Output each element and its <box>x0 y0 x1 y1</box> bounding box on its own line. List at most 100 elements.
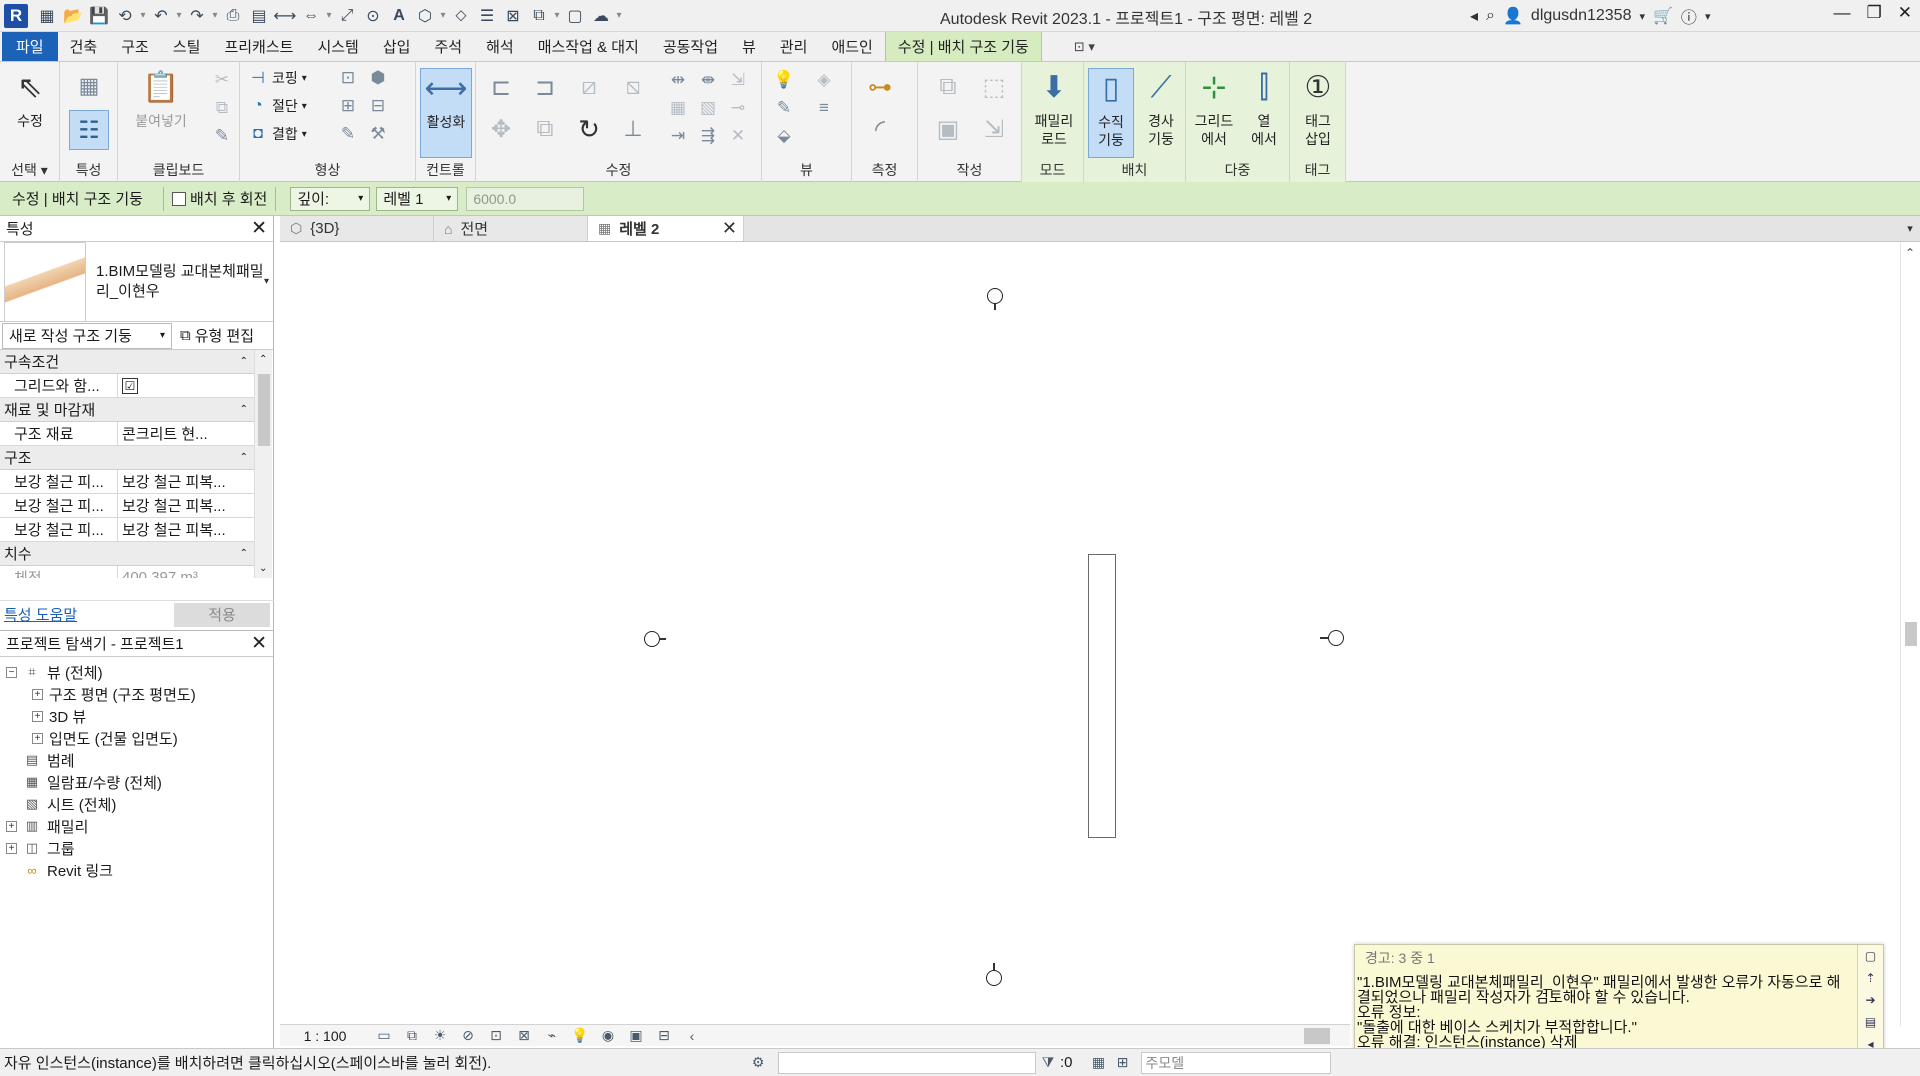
home-icon[interactable]: ▦ <box>34 4 60 28</box>
reveal-hidden-icon[interactable]: ◉ <box>594 1027 622 1044</box>
mirror-axis-icon[interactable]: ⧄ <box>572 70 606 104</box>
array-icon[interactable]: ▦ <box>666 96 690 120</box>
join-button[interactable]: ◘ 결합 ▾ <box>248 122 307 146</box>
user-icon[interactable]: 👤 <box>1503 6 1523 26</box>
property-row[interactable]: 보강 철근 피... 보강 철근 피복... <box>0 518 254 542</box>
undo-icon[interactable]: ↶ <box>148 4 174 28</box>
instance-filter-select[interactable]: 새로 작성 구조 기둥 ▾ <box>2 322 172 349</box>
tree-item-structural-plans[interactable]: + 구조 평면 (구조 평면도) <box>0 683 273 705</box>
category-constraints[interactable]: 구속조건 ⌃ <box>0 350 254 374</box>
shadows-icon[interactable]: ⊘ <box>454 1027 482 1044</box>
property-row[interactable]: 그리드와 함... ☑ <box>0 374 254 398</box>
category-dimensions[interactable]: 치수 ⌃ <box>0 542 254 566</box>
tab-analyze[interactable]: 해석 <box>474 32 526 61</box>
paint-brush-icon[interactable]: ✎ <box>336 122 360 146</box>
save-icon[interactable]: 💾 <box>86 4 112 28</box>
spot-elevation-icon[interactable]: ⤢ <box>334 4 360 28</box>
lightbulb-icon[interactable]: 💡 <box>772 68 796 92</box>
dropdown-icon[interactable]: ▾ <box>324 10 334 21</box>
drawing-canvas[interactable] <box>280 242 1900 1026</box>
category-structure[interactable]: 구조 ⌃ <box>0 446 254 470</box>
paste-button[interactable]: 📋 붙여넣기 <box>130 68 192 158</box>
chevron-down-icon[interactable]: ▾ <box>1639 10 1645 23</box>
pin-icon[interactable]: ⊸ <box>726 96 750 120</box>
grid-bubble-bottom[interactable] <box>986 970 1002 986</box>
section-icon[interactable]: ⬦ <box>448 4 474 28</box>
filter-icon[interactable]: ⧩ <box>1036 1054 1060 1071</box>
load-family-button[interactable]: ⬇ 패밀리 로드 <box>1028 68 1080 158</box>
cut-profile-icon[interactable]: ⬙ <box>772 124 796 148</box>
property-row[interactable]: 구조 재료 콘크리트 현... <box>0 422 254 446</box>
visual-style-icon[interactable]: ⧉ <box>398 1027 426 1044</box>
temp-hide-icon[interactable]: 💡 <box>566 1027 594 1044</box>
offset-icon[interactable]: ⊐ <box>528 70 562 104</box>
edit-type-button[interactable]: ⧉ 유형 편집 <box>172 325 254 346</box>
ribbon-options-icon[interactable]: ⊡ ▾ <box>1062 32 1107 61</box>
modify-button[interactable]: ⇖ 수정 <box>4 68 56 158</box>
trim-extend-icon[interactable]: ⇥ <box>666 124 690 148</box>
workset-select[interactable] <box>778 1051 1036 1074</box>
print-icon[interactable]: ⎙ <box>220 4 246 28</box>
redo-icon[interactable]: ↷ <box>184 4 210 28</box>
cut-icon[interactable]: ✂ <box>210 68 234 92</box>
dropdown-icon[interactable]: ▾ <box>552 10 562 21</box>
slanted-column-button[interactable]: ⟋ 경사 기둥 <box>1138 68 1184 158</box>
activate-button[interactable]: ⟷ 활성화 <box>420 68 472 158</box>
group-label-select[interactable]: 선택 ▾ <box>0 160 59 180</box>
canvas-vertical-scrollbar[interactable]: ⌃ <box>1900 242 1920 1026</box>
structural-column[interactable] <box>1088 554 1116 838</box>
split-icon[interactable]: ⇹ <box>666 68 690 92</box>
split-gap-icon[interactable]: ⇼ <box>696 68 720 92</box>
close-icon[interactable]: ✕ <box>251 217 267 240</box>
grid-bubble-left[interactable] <box>644 631 660 647</box>
tree-item-groups[interactable]: + ◫ 그룹 <box>0 837 273 859</box>
3d-view-icon[interactable]: ⬡ <box>412 4 438 28</box>
tree-item-legends[interactable]: ▤ 범례 <box>0 749 273 771</box>
split-face-icon[interactable]: ⊡ <box>336 66 360 90</box>
thin-lines-icon[interactable]: ☰ <box>474 4 500 28</box>
tab-architecture[interactable]: 건축 <box>58 32 110 61</box>
hammer-icon[interactable]: ⚒ <box>366 122 390 146</box>
checkbox-checked[interactable]: ☑ <box>122 377 138 394</box>
dropdown-icon[interactable]: ▾ <box>438 10 448 21</box>
scroll-up-icon[interactable]: ⌃ <box>1905 246 1915 260</box>
editable-only-icon[interactable]: ⊞ <box>1111 1054 1135 1071</box>
tree-item-sheets[interactable]: ▧ 시트 (전체) <box>0 793 273 815</box>
scroll-thumb[interactable] <box>258 374 270 446</box>
vertical-column-button[interactable]: ▯ 수직 기둥 <box>1088 68 1134 158</box>
aligned-dimension-icon[interactable]: ◜ <box>860 112 900 146</box>
copy-icon[interactable]: ⧉ <box>210 96 234 120</box>
main-model-select[interactable]: 주모델 <box>1140 1051 1331 1074</box>
tab-addins[interactable]: 애드인 <box>819 32 884 61</box>
override-graphics-icon[interactable]: ✎ <box>772 96 796 120</box>
properties-icon[interactable]: ☷ <box>69 110 109 150</box>
chevron-down-icon[interactable]: ▾ <box>264 276 269 287</box>
close-icon[interactable]: ✕ <box>1898 3 1912 23</box>
crop-view-icon[interactable]: ⊡ <box>482 1027 510 1044</box>
trim-multiple-icon[interactable]: ⇶ <box>696 124 720 148</box>
restore-icon[interactable]: ❐ <box>1867 3 1882 23</box>
cube-icon[interactable]: ▢ <box>562 4 588 28</box>
close-hidden-icon[interactable]: ⊠ <box>500 4 526 28</box>
dropdown-icon[interactable]: ▾ <box>174 10 184 21</box>
tree-item-families[interactable]: + ▥ 패밀리 <box>0 815 273 837</box>
tree-item-3d-views[interactable]: +3D 뷰 <box>0 705 273 727</box>
hide-icon[interactable]: ◈ <box>812 68 836 92</box>
linework-icon[interactable]: ≡ <box>812 96 836 120</box>
create-parts-icon[interactable]: ⬚ <box>974 70 1014 104</box>
tab-structure[interactable]: 구조 <box>109 32 161 61</box>
switch-windows-icon[interactable]: ⧉ <box>526 4 552 28</box>
cope-button[interactable]: ⊣ 코핑 ▾ <box>248 66 307 90</box>
tree-item-schedules[interactable]: ▦ 일람표/수량 (전체) <box>0 771 273 793</box>
scroll-left-icon[interactable]: ‹ <box>678 1028 706 1044</box>
cut-geometry-button[interactable]: ◔ 절단 ▾ <box>248 94 307 118</box>
properties-help-link[interactable]: 특성 도움말 <box>0 604 77 625</box>
tab-massing[interactable]: 매스작업 & 대지 <box>526 32 651 61</box>
tab-collaborate[interactable]: 공동작업 <box>651 32 730 61</box>
checkbox-box[interactable] <box>171 191 186 206</box>
tab-systems[interactable]: 시스템 <box>305 32 370 61</box>
property-row[interactable]: 보강 철근 피... 보강 철근 피복... <box>0 494 254 518</box>
show-crop-icon[interactable]: ⊠ <box>510 1027 538 1044</box>
create-group-icon[interactable]: ▣ <box>928 112 968 146</box>
tab-precast[interactable]: 프리캐스트 <box>212 32 305 61</box>
